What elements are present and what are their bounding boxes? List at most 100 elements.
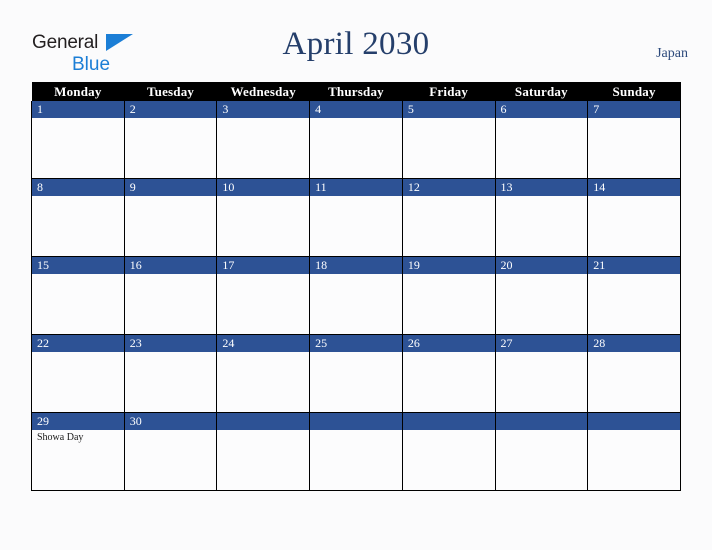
calendar-day-cell[interactable]: 25	[309, 334, 403, 413]
calendar-day-cell[interactable]: 19	[401, 256, 496, 335]
calendar-empty-cell[interactable]	[216, 412, 311, 491]
calendar-day-cell[interactable]: 15	[31, 256, 125, 335]
day-number: 9	[124, 179, 217, 196]
day-events	[496, 352, 588, 354]
day-number: 29	[32, 413, 124, 430]
calendar-day-cell[interactable]: 6	[494, 101, 589, 179]
weekday-header-monday: Monday	[31, 82, 125, 101]
day-number: 13	[495, 179, 588, 196]
calendar-day-cell[interactable]: 23	[123, 334, 218, 413]
weekday-header-tuesday: Tuesday	[124, 82, 217, 101]
calendar-day-cell[interactable]: 21	[587, 256, 681, 335]
calendar-empty-cell[interactable]	[401, 412, 496, 491]
calendar-body: 1 2 3 4 5 6 7 8 9 10 11 12 13 14 15 16 17 18 19 20 21 22 23 24 2…	[31, 101, 681, 491]
country-label: Japan	[656, 46, 688, 61]
day-events	[217, 196, 309, 198]
day-events	[588, 196, 680, 198]
calendar-day-cell[interactable]: 28	[587, 334, 681, 413]
weekday-header-thursday: Thursday	[309, 82, 403, 101]
day-events	[125, 196, 217, 198]
day-number: 10	[217, 179, 310, 196]
day-number: 17	[217, 257, 310, 274]
calendar-day-cell[interactable]: 4	[309, 101, 403, 179]
day-number: 4	[310, 101, 402, 118]
calendar-day-cell[interactable]: 10	[216, 178, 311, 257]
weekday-header-friday: Friday	[402, 82, 496, 101]
day-events	[217, 274, 309, 276]
day-events	[403, 352, 495, 354]
day-number: 7	[588, 101, 680, 118]
calendar-day-cell[interactable]: 2	[123, 101, 218, 179]
day-number	[495, 413, 588, 430]
day-events	[588, 430, 680, 432]
calendar-page: General Blue April 2030 Japan Monday Tue…	[0, 0, 712, 550]
day-number: 26	[402, 335, 495, 352]
calendar-day-cell[interactable]: 14	[587, 178, 681, 257]
day-events	[496, 274, 588, 276]
weekday-header-saturday: Saturday	[495, 82, 588, 101]
calendar-day-cell[interactable]: 29 Showa Day	[31, 412, 125, 491]
day-events	[403, 118, 495, 120]
day-number: 21	[588, 257, 680, 274]
calendar-week-row: 8 9 10 11 12 13 14	[31, 178, 681, 257]
calendar-empty-cell[interactable]	[494, 412, 589, 491]
weekday-header-row: Monday Tuesday Wednesday Thursday Friday…	[31, 82, 681, 101]
calendar-day-cell[interactable]: 17	[216, 256, 311, 335]
calendar-day-cell[interactable]: 27	[494, 334, 589, 413]
calendar-day-cell[interactable]: 20	[494, 256, 589, 335]
day-events: Showa Day	[32, 430, 124, 444]
day-number: 14	[588, 179, 680, 196]
calendar-day-cell[interactable]: 11	[309, 178, 403, 257]
day-number: 1	[32, 101, 124, 118]
day-number: 22	[32, 335, 124, 352]
day-events	[32, 196, 124, 198]
calendar-day-cell[interactable]: 13	[494, 178, 589, 257]
calendar-day-cell[interactable]: 24	[216, 334, 311, 413]
day-number: 8	[32, 179, 124, 196]
calendar-day-cell[interactable]: 26	[401, 334, 496, 413]
day-events	[403, 274, 495, 276]
day-number: 12	[402, 179, 495, 196]
day-events	[310, 196, 402, 198]
page-title: April 2030	[282, 26, 430, 62]
day-events	[32, 118, 124, 120]
day-events	[588, 352, 680, 354]
calendar-day-cell[interactable]: 3	[216, 101, 311, 179]
day-number: 24	[217, 335, 310, 352]
day-number: 5	[402, 101, 495, 118]
calendar-week-row: 29 Showa Day 30	[31, 412, 681, 491]
day-events	[496, 196, 588, 198]
calendar-day-cell[interactable]: 1	[31, 101, 125, 179]
calendar-empty-cell[interactable]	[309, 412, 403, 491]
day-number: 3	[217, 101, 310, 118]
calendar-week-row: 1234567	[31, 101, 681, 179]
calendar-day-cell[interactable]: 18	[309, 256, 403, 335]
calendar-day-cell[interactable]: 8	[31, 178, 125, 257]
day-number: 15	[32, 257, 124, 274]
day-number	[402, 413, 495, 430]
calendar-day-cell[interactable]: 16	[123, 256, 218, 335]
day-number	[310, 413, 402, 430]
calendar-empty-cell[interactable]	[587, 412, 681, 491]
day-events	[496, 118, 588, 120]
day-events	[310, 118, 402, 120]
calendar-day-cell[interactable]: 30	[123, 412, 218, 491]
weekday-header-wednesday: Wednesday	[216, 82, 310, 101]
calendar-day-cell[interactable]: 12	[401, 178, 496, 257]
calendar-day-cell[interactable]: 9	[123, 178, 218, 257]
day-number: 27	[495, 335, 588, 352]
holiday-label: Showa Day	[37, 432, 84, 443]
day-events	[403, 430, 495, 432]
day-number: 16	[124, 257, 217, 274]
day-events	[588, 274, 680, 276]
day-events	[310, 274, 402, 276]
day-number	[588, 413, 680, 430]
calendar-day-cell[interactable]: 22	[31, 334, 125, 413]
calendar-day-cell[interactable]: 5	[401, 101, 496, 179]
day-events	[32, 352, 124, 354]
day-events	[32, 274, 124, 276]
day-events	[310, 352, 402, 354]
day-number: 30	[124, 413, 217, 430]
day-number: 6	[495, 101, 588, 118]
calendar-day-cell[interactable]: 7	[587, 101, 681, 179]
